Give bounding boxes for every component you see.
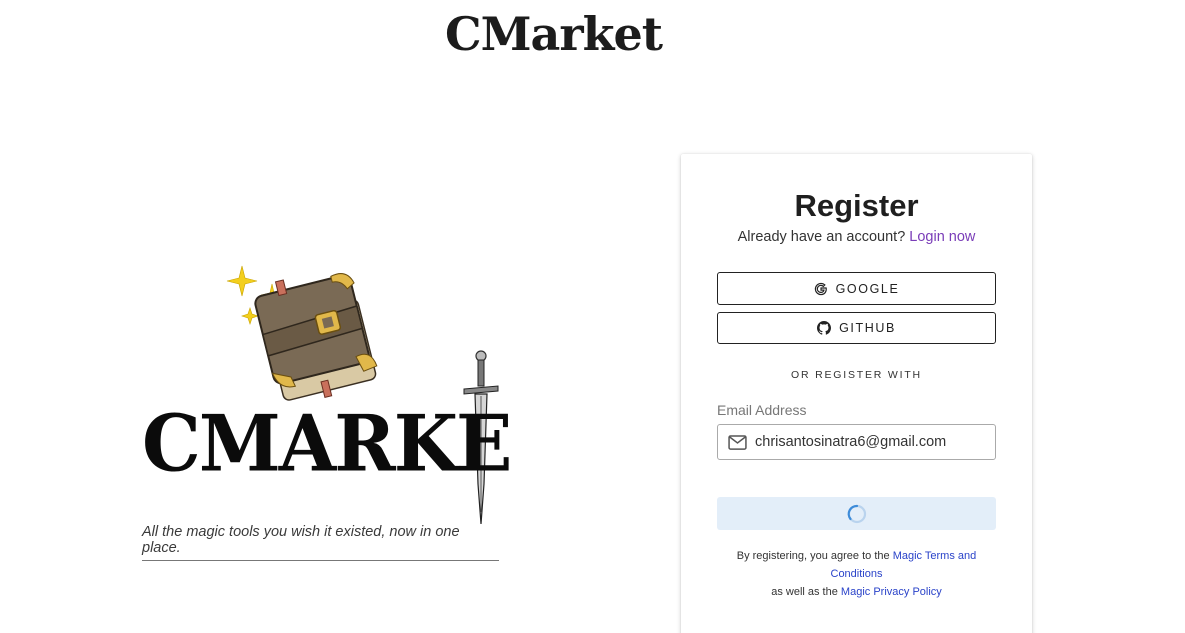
- legal-notice: By registering, you agree to the Magic T…: [721, 547, 992, 601]
- google-icon: [814, 282, 827, 295]
- privacy-link[interactable]: Magic Privacy Policy: [841, 586, 942, 598]
- hero-logo-text: CMARKE: [142, 398, 512, 490]
- loading-spinner-icon: [847, 504, 866, 523]
- github-signup-button[interactable]: GITHUB: [717, 312, 996, 344]
- register-card: Register Already have an account? Login …: [681, 154, 1032, 633]
- google-signup-button[interactable]: GOOGLE: [717, 272, 996, 305]
- book-icon: [254, 273, 378, 401]
- hero-tagline: All the magic tools you wish it existed,…: [142, 524, 460, 556]
- google-button-label: GOOGLE: [835, 281, 900, 296]
- brand-title: CMarket: [445, 7, 663, 61]
- email-field[interactable]: [717, 424, 996, 460]
- github-button-label: GITHUB: [839, 321, 896, 335]
- hero-divider: [142, 560, 499, 561]
- login-prompt: Already have an account? Login now: [681, 229, 1032, 245]
- mail-icon: [728, 434, 747, 450]
- github-icon: [817, 321, 832, 335]
- hero-illustration: CMARKE All the magic tools you wish it e…: [140, 262, 512, 567]
- email-input[interactable]: [755, 434, 985, 450]
- legal-prefix: By registering, you agree to the: [736, 550, 890, 562]
- or-register-divider: OR REGISTER WITH: [791, 369, 922, 381]
- register-submit-button[interactable]: [717, 497, 996, 530]
- legal-middle: as well as the: [771, 586, 838, 598]
- login-link[interactable]: Login now: [909, 229, 975, 245]
- spellbook-and-sword-illustration: [226, 265, 499, 525]
- email-label: Email Address: [717, 402, 807, 418]
- register-title: Register: [794, 188, 919, 223]
- login-prompt-text: Already have an account?: [737, 229, 906, 245]
